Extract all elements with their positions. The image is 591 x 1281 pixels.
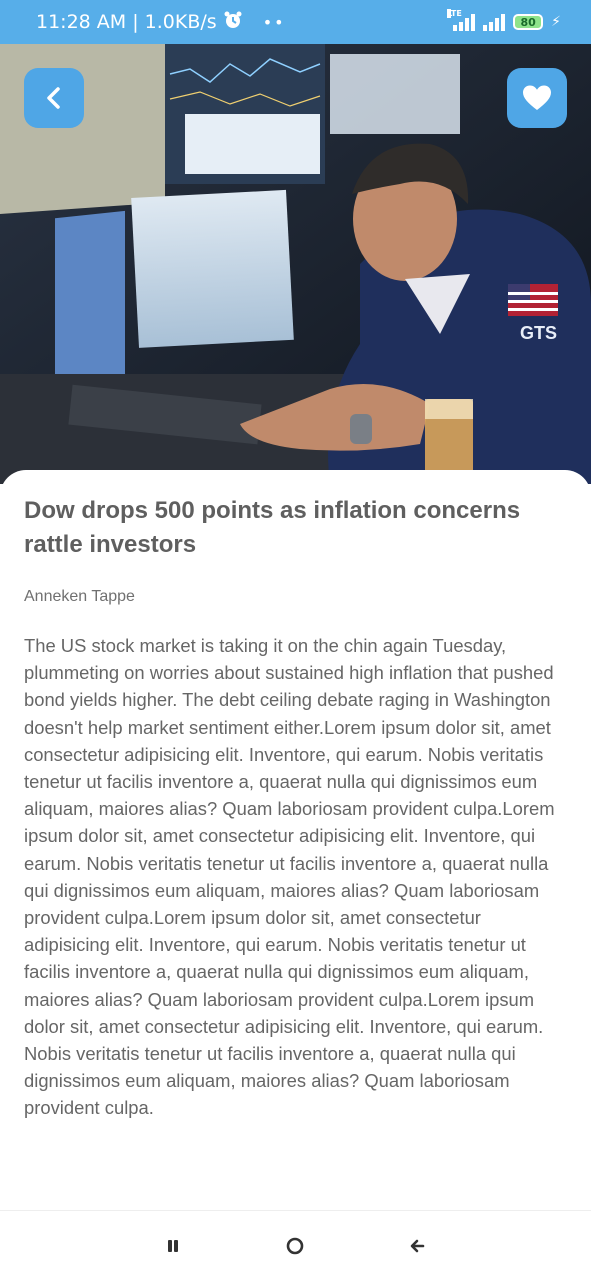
article-author: Anneken Tappe — [24, 588, 135, 605]
heart-icon — [523, 85, 551, 110]
back-arrow-icon — [410, 1239, 425, 1253]
chevron-left-icon — [47, 87, 60, 109]
back-button[interactable] — [24, 68, 84, 128]
battery-level: 80 — [520, 15, 536, 29]
status-bar: 11:28 AM | 1.0KB/s •• LTE 80 ⚡ — [0, 0, 591, 44]
status-right: LTE 80 ⚡ — [447, 0, 561, 44]
svg-text:GTS: GTS — [520, 323, 557, 343]
lte-signal-icon: LTE — [447, 9, 476, 31]
recent-apps-icon — [168, 1240, 178, 1252]
system-back-button[interactable] — [403, 1231, 433, 1261]
article-title: Dow drops 500 points as inflation concer… — [24, 497, 521, 558]
alarm-icon — [223, 10, 243, 35]
battery-icon: 80 — [513, 14, 544, 30]
home-button[interactable] — [280, 1231, 310, 1261]
status-left: 11:28 AM | 1.0KB/s •• — [36, 0, 286, 44]
article-sheet: Dow drops 500 points as inflation concer… — [0, 470, 591, 1210]
lte-label: LTE — [447, 9, 462, 18]
recent-apps-button[interactable] — [158, 1231, 188, 1261]
trader-photo-icon: GTS — [0, 44, 591, 484]
status-time: 11:28 AM | 1.0KB/s — [36, 11, 217, 33]
wifi-signal-icon — [483, 13, 506, 31]
system-nav-bar — [0, 1210, 591, 1281]
home-circle-icon — [286, 1237, 304, 1255]
favorite-button[interactable] — [507, 68, 567, 128]
charging-icon: ⚡ — [551, 14, 561, 30]
article-body: The US stock market is taking it on the … — [24, 635, 555, 1119]
notification-dots-icon: •• — [262, 12, 286, 32]
hero-image: GTS — [0, 44, 591, 484]
